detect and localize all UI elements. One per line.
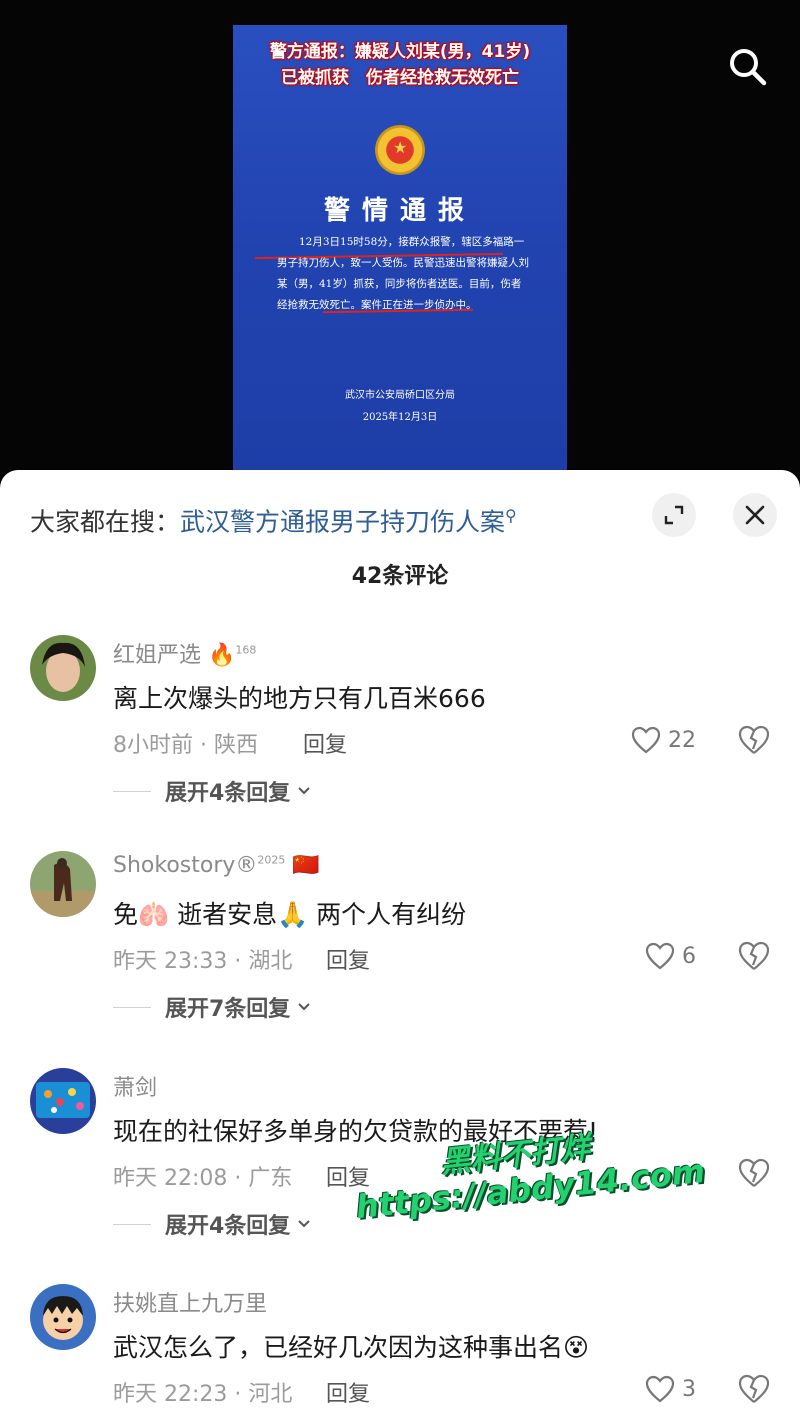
notice-org: 武汉市公安局硚口区分局 (345, 390, 455, 401)
avatar[interactable] (30, 1068, 96, 1134)
reply-button[interactable]: 回复 (326, 1376, 370, 1408)
like-button[interactable]: 6 (644, 941, 696, 971)
broken-heart-icon[interactable] (737, 939, 771, 973)
search-small-icon: ⚲ (505, 506, 517, 525)
expand-icon (664, 505, 684, 525)
comment-meta: 昨天 23:33 · 湖北 (113, 949, 293, 974)
heart-icon (645, 942, 675, 970)
username[interactable]: 萧剑 (113, 1070, 157, 1102)
notice-date: 2025年12月3日 (362, 412, 438, 423)
close-icon (745, 505, 765, 525)
comment-meta: 8小时前 · 陕西 (113, 733, 258, 758)
fire-icon: 🔥 (208, 643, 236, 668)
broken-heart-icon[interactable] (737, 723, 771, 757)
hot-search-bar[interactable]: 大家都在搜：武汉警方通报男子持刀伤人案⚲ (30, 498, 517, 540)
like-button[interactable]: 22 (630, 725, 696, 755)
comment-text: 武汉怎么了，已经好几次因为这种事出名😵 (113, 1333, 590, 1362)
china-flag-icon: 🇨🇳 (292, 853, 320, 878)
avatar[interactable] (30, 851, 96, 917)
divider (113, 1223, 151, 1225)
avatar[interactable] (30, 1284, 96, 1350)
search-icon[interactable] (725, 44, 769, 88)
username[interactable]: 扶姚直上九万里 (113, 1286, 267, 1318)
username[interactable]: Shokostory®2025 🇨🇳 (113, 853, 320, 878)
comment-sheet: 大家都在搜：武汉警方通报男子持刀伤人案⚲ 42条评论 红姐严选 🔥168 离上次… (0, 470, 800, 1426)
comment-item: 扶姚直上九万里 武汉怎么了，已经好几次因为这种事出名😵 昨天 22:23 · 河… (0, 1284, 800, 1426)
notice-body: 12月3日15时58分，接群众报警，辖区多福路一男子持刀伤人，致一人受伤。民警迅… (277, 236, 529, 311)
username[interactable]: 红姐严选 🔥168 (113, 637, 256, 669)
heart-icon (645, 1375, 675, 1403)
expand-button[interactable] (652, 493, 696, 537)
chevron-down-icon (298, 1220, 311, 1228)
chevron-down-icon (298, 787, 311, 795)
user-level: 168 (235, 643, 257, 657)
heart-icon (631, 726, 661, 754)
notice-signature: 武汉市公安局硚口区分局 2025年12月3日 (233, 385, 567, 429)
divider (113, 790, 151, 792)
notice-headline: 警方通报：嫌疑人刘某(男，41岁) 已被抓获 伤者经抢救无效死亡 (233, 39, 567, 91)
reply-button[interactable]: 回复 (326, 943, 370, 975)
broken-heart-icon[interactable] (737, 1156, 771, 1190)
comment-item: 红姐严选 🔥168 离上次爆头的地方只有几百米666 8小时前 · 陕西 回复 … (0, 635, 800, 835)
notice-title: 警情通报 (323, 196, 476, 226)
hot-search-prefix: 大家都在搜： (30, 507, 181, 537)
avatar[interactable] (30, 635, 96, 701)
broken-heart-icon[interactable] (737, 1372, 771, 1406)
like-button[interactable]: 3 (644, 1374, 696, 1404)
like-count: 3 (682, 1376, 696, 1402)
username-text: Shokostory® (113, 853, 258, 878)
comment-item: Shokostory®2025 🇨🇳 免🫁 逝者安息🙏 两个人有纠纷 昨天 23… (0, 851, 800, 1051)
expand-replies[interactable]: 展开4条回复 (113, 1208, 312, 1240)
police-notice-image: 警方通报：嫌疑人刘某(男，41岁) 已被抓获 伤者经抢救无效死亡 ★ 警情通报 … (233, 25, 567, 480)
hot-search-term[interactable]: 武汉警方通报男子持刀伤人案 (180, 507, 505, 536)
comment-text: 免🫁 逝者安息🙏 两个人有纠纷 (113, 900, 467, 929)
expand-replies-label: 展开4条回复 (165, 1214, 291, 1239)
like-count: 6 (682, 943, 696, 969)
comment-count: 42条评论 (351, 564, 449, 589)
comment-text: 离上次爆头的地方只有几百米666 (113, 684, 486, 713)
emblem-star-icon: ★ (393, 138, 408, 157)
comment-meta: 昨天 22:08 · 广东 (113, 1166, 293, 1191)
username-text: 红姐严选 (113, 643, 202, 668)
expand-replies-label: 展开4条回复 (165, 781, 291, 806)
reply-button[interactable]: 回复 (303, 727, 347, 759)
divider (113, 1006, 151, 1008)
chevron-down-icon (298, 1003, 311, 1011)
expand-replies-label: 展开7条回复 (165, 997, 291, 1022)
expand-replies[interactable]: 展开7条回复 (113, 991, 312, 1023)
close-button[interactable] (733, 493, 777, 537)
headline-line-2: 已被抓获 伤者经抢救无效死亡 (281, 68, 519, 88)
user-level: 2025 (257, 853, 286, 867)
headline-line-1: 警方通报：嫌疑人刘某(男，41岁) (269, 42, 531, 62)
like-count: 22 (668, 727, 696, 753)
video-area[interactable]: 警方通报：嫌疑人刘某(男，41岁) 已被抓获 伤者经抢救无效死亡 ★ 警情通报 … (0, 0, 800, 480)
expand-replies[interactable]: 展开4条回复 (113, 775, 312, 807)
comment-meta: 昨天 22:23 · 河北 (113, 1382, 293, 1407)
